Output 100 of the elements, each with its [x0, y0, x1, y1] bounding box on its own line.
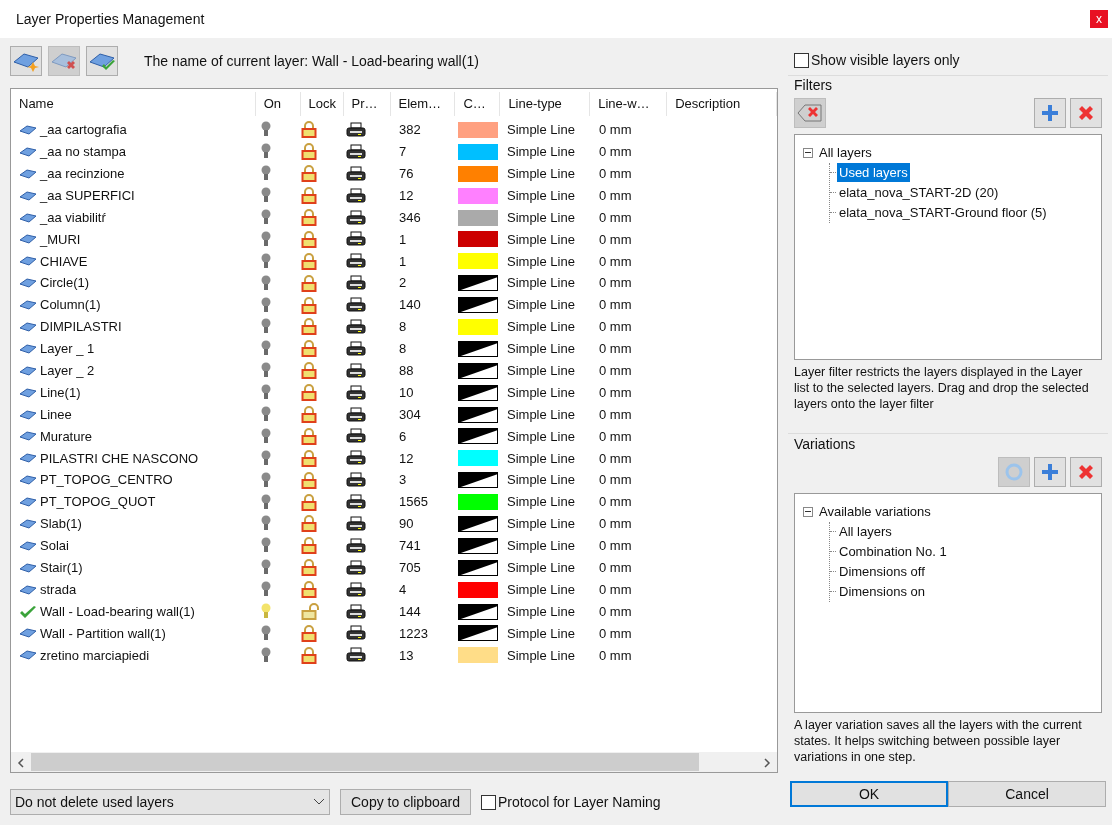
layer-name[interactable]: PT_TOPOG_QUOT [40, 492, 156, 512]
column-header[interactable]: C… [455, 92, 501, 116]
lock-icon[interactable] [301, 515, 319, 533]
color-swatch[interactable] [458, 537, 498, 554]
color-swatch[interactable] [458, 384, 498, 401]
bulb-icon[interactable] [261, 624, 271, 642]
bulb-icon[interactable] [261, 581, 271, 599]
tree-item[interactable]: All layers [817, 143, 874, 163]
color-swatch[interactable] [458, 515, 498, 532]
bulb-icon[interactable] [261, 493, 271, 511]
lock-icon[interactable] [301, 449, 319, 467]
tree-item[interactable]: Dimensions off [837, 561, 927, 582]
layer-name[interactable]: Line(1) [40, 382, 81, 403]
layer-name[interactable]: _aa cartografia [40, 120, 127, 140]
printer-icon[interactable] [346, 406, 366, 423]
column-header[interactable]: Name [11, 92, 256, 116]
tree-item[interactable]: All layers [837, 521, 894, 542]
printer-icon[interactable] [346, 472, 366, 489]
lock-icon[interactable] [301, 165, 319, 183]
horizontal-scrollbar[interactable] [11, 752, 777, 772]
bulb-icon[interactable] [261, 340, 271, 358]
layer-name[interactable]: Circle(1) [40, 273, 90, 293]
lock-icon[interactable] [301, 274, 319, 292]
add-variation-button[interactable] [1034, 457, 1066, 487]
bulb-icon[interactable] [261, 274, 271, 292]
layer-name[interactable]: Wall - Partition wall(1) [40, 623, 166, 644]
bulb-icon[interactable] [261, 449, 271, 467]
bulb-icon[interactable] [261, 427, 271, 445]
color-swatch[interactable] [458, 340, 498, 357]
printer-icon[interactable] [346, 275, 366, 292]
color-swatch[interactable] [458, 581, 498, 598]
delete-filter-button[interactable] [1070, 98, 1102, 128]
column-header[interactable]: On [255, 92, 301, 116]
tree-item[interactable]: elata_nova_START-2D (20) [837, 182, 1001, 203]
bulb-icon[interactable] [261, 187, 271, 205]
tree-item[interactable]: Dimensions on [837, 581, 927, 602]
bulb-icon[interactable] [261, 515, 271, 533]
layer-name[interactable]: strada [40, 579, 77, 600]
color-swatch[interactable] [458, 647, 498, 664]
layer-name[interactable]: Column(1) [40, 295, 101, 315]
cancel-button[interactable]: Cancel [948, 781, 1106, 807]
lock-icon[interactable] [301, 230, 319, 248]
lock-icon[interactable] [301, 340, 319, 358]
column-header[interactable]: Lock [300, 92, 344, 116]
bulb-icon[interactable] [261, 209, 271, 226]
layer-name[interactable]: _aa no stampa [40, 142, 126, 162]
lock-icon[interactable] [301, 362, 319, 380]
bulb-icon[interactable] [261, 318, 271, 336]
printer-icon[interactable] [346, 494, 366, 511]
layer-name[interactable]: PT_TOPOG_CENTRO [40, 470, 173, 490]
printer-icon[interactable] [346, 231, 366, 248]
set-current-layer-button[interactable] [86, 46, 118, 76]
lock-icon[interactable] [301, 559, 319, 577]
column-header[interactable]: Line-type [500, 92, 591, 116]
column-header[interactable]: Pr… [343, 92, 391, 116]
color-swatch[interactable] [458, 472, 498, 489]
printer-icon[interactable] [346, 581, 366, 598]
lock-icon[interactable] [301, 624, 319, 642]
printer-icon[interactable] [346, 362, 366, 379]
tree-item[interactable]: Available variations [817, 502, 933, 522]
lock-icon[interactable] [301, 427, 319, 445]
layer-name[interactable]: CHIAVE [40, 251, 88, 272]
printer-icon[interactable] [346, 625, 366, 642]
lock-icon[interactable] [301, 252, 319, 270]
lock-icon[interactable] [301, 406, 319, 423]
layer-name[interactable]: DIMPILASTRI [40, 317, 122, 337]
bulb-icon[interactable] [261, 230, 271, 248]
layer-name[interactable]: _aa viabilitŕ [40, 207, 106, 228]
close-button[interactable]: x [1090, 10, 1108, 28]
layer-name[interactable]: _aa SUPERFICI [40, 185, 135, 206]
layer-name[interactable]: Solai [40, 536, 69, 556]
bulb-icon[interactable] [261, 121, 271, 139]
bulb-icon[interactable] [261, 646, 271, 664]
color-swatch[interactable] [458, 275, 498, 292]
bulb-icon[interactable] [261, 165, 271, 183]
layer-name[interactable]: _aa recinzione [40, 163, 125, 184]
lock-icon[interactable] [301, 296, 319, 314]
bulb-icon[interactable] [261, 471, 271, 489]
ok-button[interactable]: OK [790, 781, 949, 807]
checkbox[interactable] [794, 53, 809, 68]
color-swatch[interactable] [458, 143, 498, 160]
color-swatch[interactable] [458, 450, 498, 467]
bulb-icon[interactable] [261, 362, 271, 380]
printer-icon[interactable] [346, 428, 366, 445]
add-filter-button[interactable] [1034, 98, 1066, 128]
color-swatch[interactable] [458, 362, 498, 379]
copy-to-clipboard-button[interactable]: Copy to clipboard [340, 789, 471, 815]
layer-name[interactable]: zretino marciapiedi [40, 645, 150, 666]
bulb-icon[interactable] [261, 406, 271, 423]
lock-icon[interactable] [301, 493, 319, 511]
layer-name[interactable]: PILASTRI CHE NASCONO [40, 448, 199, 469]
printer-icon[interactable] [346, 450, 366, 467]
delete-layer-button[interactable] [48, 46, 80, 76]
lock-icon[interactable] [301, 187, 319, 205]
column-header[interactable]: Line-w… [590, 92, 668, 116]
color-swatch[interactable] [458, 494, 498, 511]
tree-item[interactable]: elata_nova_START-Ground floor (5) [837, 202, 1049, 223]
layer-name[interactable]: _MURI [40, 229, 81, 250]
new-layer-button[interactable] [10, 46, 42, 76]
color-swatch[interactable] [458, 231, 498, 248]
